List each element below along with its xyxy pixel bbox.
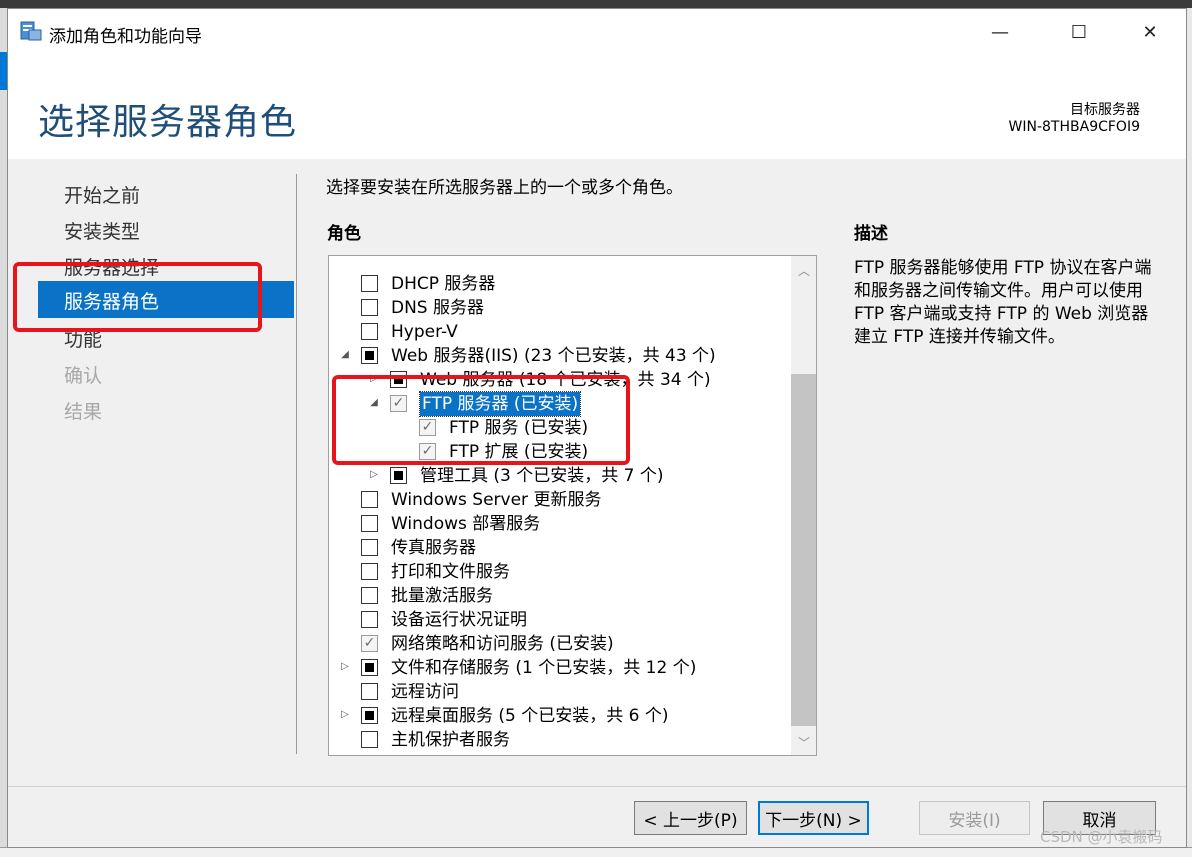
role-label: 远程桌面服务 (5 个已安装，共 6 个) xyxy=(391,706,669,726)
nav-item-confirmation: 确认 xyxy=(64,365,103,387)
expand-arrow-icon[interactable]: ▷ xyxy=(368,469,380,481)
role-item[interactable]: ▷ 远程桌面服务 (5 个已安装，共 6 个) xyxy=(329,704,789,728)
partial-indicator xyxy=(394,471,403,480)
close-button[interactable]: ✕ xyxy=(1118,9,1182,55)
role-checkbox[interactable]: ✓ xyxy=(361,635,378,652)
role-checkbox[interactable] xyxy=(361,659,378,676)
roles-scrollbar[interactable]: ︿ ﹀ xyxy=(791,256,816,755)
role-item[interactable]: Windows Server 更新服务 xyxy=(329,488,789,512)
expand-arrow-icon[interactable]: ▷ xyxy=(339,709,351,721)
role-checkbox[interactable] xyxy=(361,707,378,724)
role-label: Windows 部署服务 xyxy=(391,514,541,534)
maximize-button[interactable]: ☐ xyxy=(1047,9,1111,55)
instruction-text: 选择要安装在所选服务器上的一个或多个角色。 xyxy=(326,178,683,198)
role-item[interactable]: 传真服务器 xyxy=(329,536,789,560)
role-item[interactable]: DNS 服务器 xyxy=(329,296,789,320)
role-checkbox[interactable] xyxy=(361,587,378,604)
role-checkbox[interactable] xyxy=(361,683,378,700)
nav-item-results: 结果 xyxy=(64,401,103,423)
background-accent xyxy=(0,52,7,90)
nav-item-before-you-begin[interactable]: 开始之前 xyxy=(64,181,140,208)
next-button[interactable]: 下一步(N) > xyxy=(758,801,869,835)
role-label: Windows Server 更新服务 xyxy=(391,490,602,510)
partial-indicator xyxy=(365,351,374,360)
role-checkbox[interactable] xyxy=(361,275,378,292)
role-item[interactable]: ▷ 管理工具 (3 个已安装，共 7 个) xyxy=(329,464,789,488)
role-label: DHCP 服务器 xyxy=(391,274,496,294)
background-right-strip xyxy=(1187,8,1192,856)
server-manager-icon xyxy=(20,21,42,41)
highlight-annotation-ftp xyxy=(332,375,630,465)
role-label: 网络策略和访问服务 (已安装) xyxy=(391,634,614,654)
roles-heading: 角色 xyxy=(327,224,361,244)
role-label: 主机保护者服务 xyxy=(391,730,510,750)
role-label: 设备运行状况证明 xyxy=(391,610,527,630)
description-text: FTP 服务器能够使用 FTP 协议在客户端和服务器之间传输文件。用户可以使用 … xyxy=(854,258,1152,347)
role-item[interactable]: ✓ 网络策略和访问服务 (已安装) xyxy=(329,632,789,656)
install-button: 安装(I) xyxy=(919,801,1030,835)
highlight-annotation-nav xyxy=(13,262,262,332)
roles-list[interactable]: 主机保护者服务 ▷ 远程桌面服务 (5 个已安装，共 6 个) 远程访问 ▷ 文件和存储服… xyxy=(328,255,817,756)
role-item[interactable]: 设备运行状况证明 xyxy=(329,608,789,632)
previous-button[interactable]: < 上一步(P) xyxy=(634,801,747,835)
role-checkbox[interactable] xyxy=(361,347,378,364)
partial-indicator xyxy=(365,663,374,672)
role-label: 批量激活服务 xyxy=(391,586,493,606)
role-checkbox[interactable] xyxy=(361,611,378,628)
role-item[interactable]: DHCP 服务器 xyxy=(329,272,789,296)
role-checkbox[interactable] xyxy=(361,731,378,748)
target-server-name: WIN-8THBA9CFOI9 xyxy=(1008,119,1140,135)
role-item[interactable]: ▷ 文件和存储服务 (1 个已安装，共 12 个) xyxy=(329,656,789,680)
role-item[interactable]: 批量激活服务 xyxy=(329,584,789,608)
background-left-strip xyxy=(0,8,7,856)
role-checkbox[interactable] xyxy=(361,515,378,532)
footer-divider xyxy=(8,786,1186,787)
role-item[interactable]: Hyper-V xyxy=(329,320,789,344)
description-heading: 描述 xyxy=(854,224,888,244)
scroll-up-icon[interactable]: ︿ xyxy=(791,262,816,278)
wizard-window: 添加角色和功能向导 — ☐ ✕ 选择服务器角色 目标服务器 WIN-8THBA9… xyxy=(7,8,1187,848)
page-header: 选择服务器角色 目标服务器 WIN-8THBA9CFOI9 xyxy=(8,55,1186,159)
nav-divider xyxy=(296,174,297,754)
role-checkbox[interactable] xyxy=(361,299,378,316)
page-title: 选择服务器角色 xyxy=(38,102,298,143)
scroll-down-icon[interactable]: ﹀ xyxy=(791,734,816,750)
role-item[interactable]: 打印和文件服务 xyxy=(329,560,789,584)
role-label: Hyper-V xyxy=(391,322,458,342)
role-label: DNS 服务器 xyxy=(391,298,485,318)
minimize-button[interactable]: — xyxy=(968,9,1032,55)
watermark: CSDN @小袁搬码 xyxy=(1040,828,1163,846)
role-checkbox[interactable] xyxy=(361,491,378,508)
role-item[interactable]: Windows 部署服务 xyxy=(329,512,789,536)
role-checkbox[interactable] xyxy=(361,539,378,556)
expand-arrow-icon[interactable]: ▷ xyxy=(339,661,351,673)
background-top-strip xyxy=(0,0,1192,8)
role-checkbox[interactable] xyxy=(361,323,378,340)
window-title: 添加角色和功能向导 xyxy=(49,27,202,47)
role-item[interactable]: 远程访问 xyxy=(329,680,789,704)
role-label: 打印和文件服务 xyxy=(391,562,510,582)
role-item[interactable]: 主机保护者服务 xyxy=(329,728,789,752)
scroll-thumb[interactable] xyxy=(791,374,816,726)
title-bar: 添加角色和功能向导 — ☐ ✕ xyxy=(8,9,1186,55)
nav-item-installation-type[interactable]: 安装类型 xyxy=(64,217,140,244)
target-server-label: 目标服务器 xyxy=(1070,102,1140,118)
collapse-arrow-icon[interactable]: ◢ xyxy=(339,349,351,361)
role-label: 文件和存储服务 (1 个已安装，共 12 个) xyxy=(391,658,697,678)
role-checkbox[interactable] xyxy=(361,563,378,580)
role-item[interactable]: ◢ Web 服务器(IIS) (23 个已安装，共 43 个) xyxy=(329,344,789,368)
role-label: Web 服务器(IIS) (23 个已安装，共 43 个) xyxy=(391,346,716,366)
role-checkbox[interactable] xyxy=(390,467,407,484)
role-label: 管理工具 (3 个已安装，共 7 个) xyxy=(420,466,664,486)
role-label: 远程访问 xyxy=(391,682,459,702)
partial-indicator xyxy=(365,711,374,720)
role-label: 传真服务器 xyxy=(391,538,476,558)
